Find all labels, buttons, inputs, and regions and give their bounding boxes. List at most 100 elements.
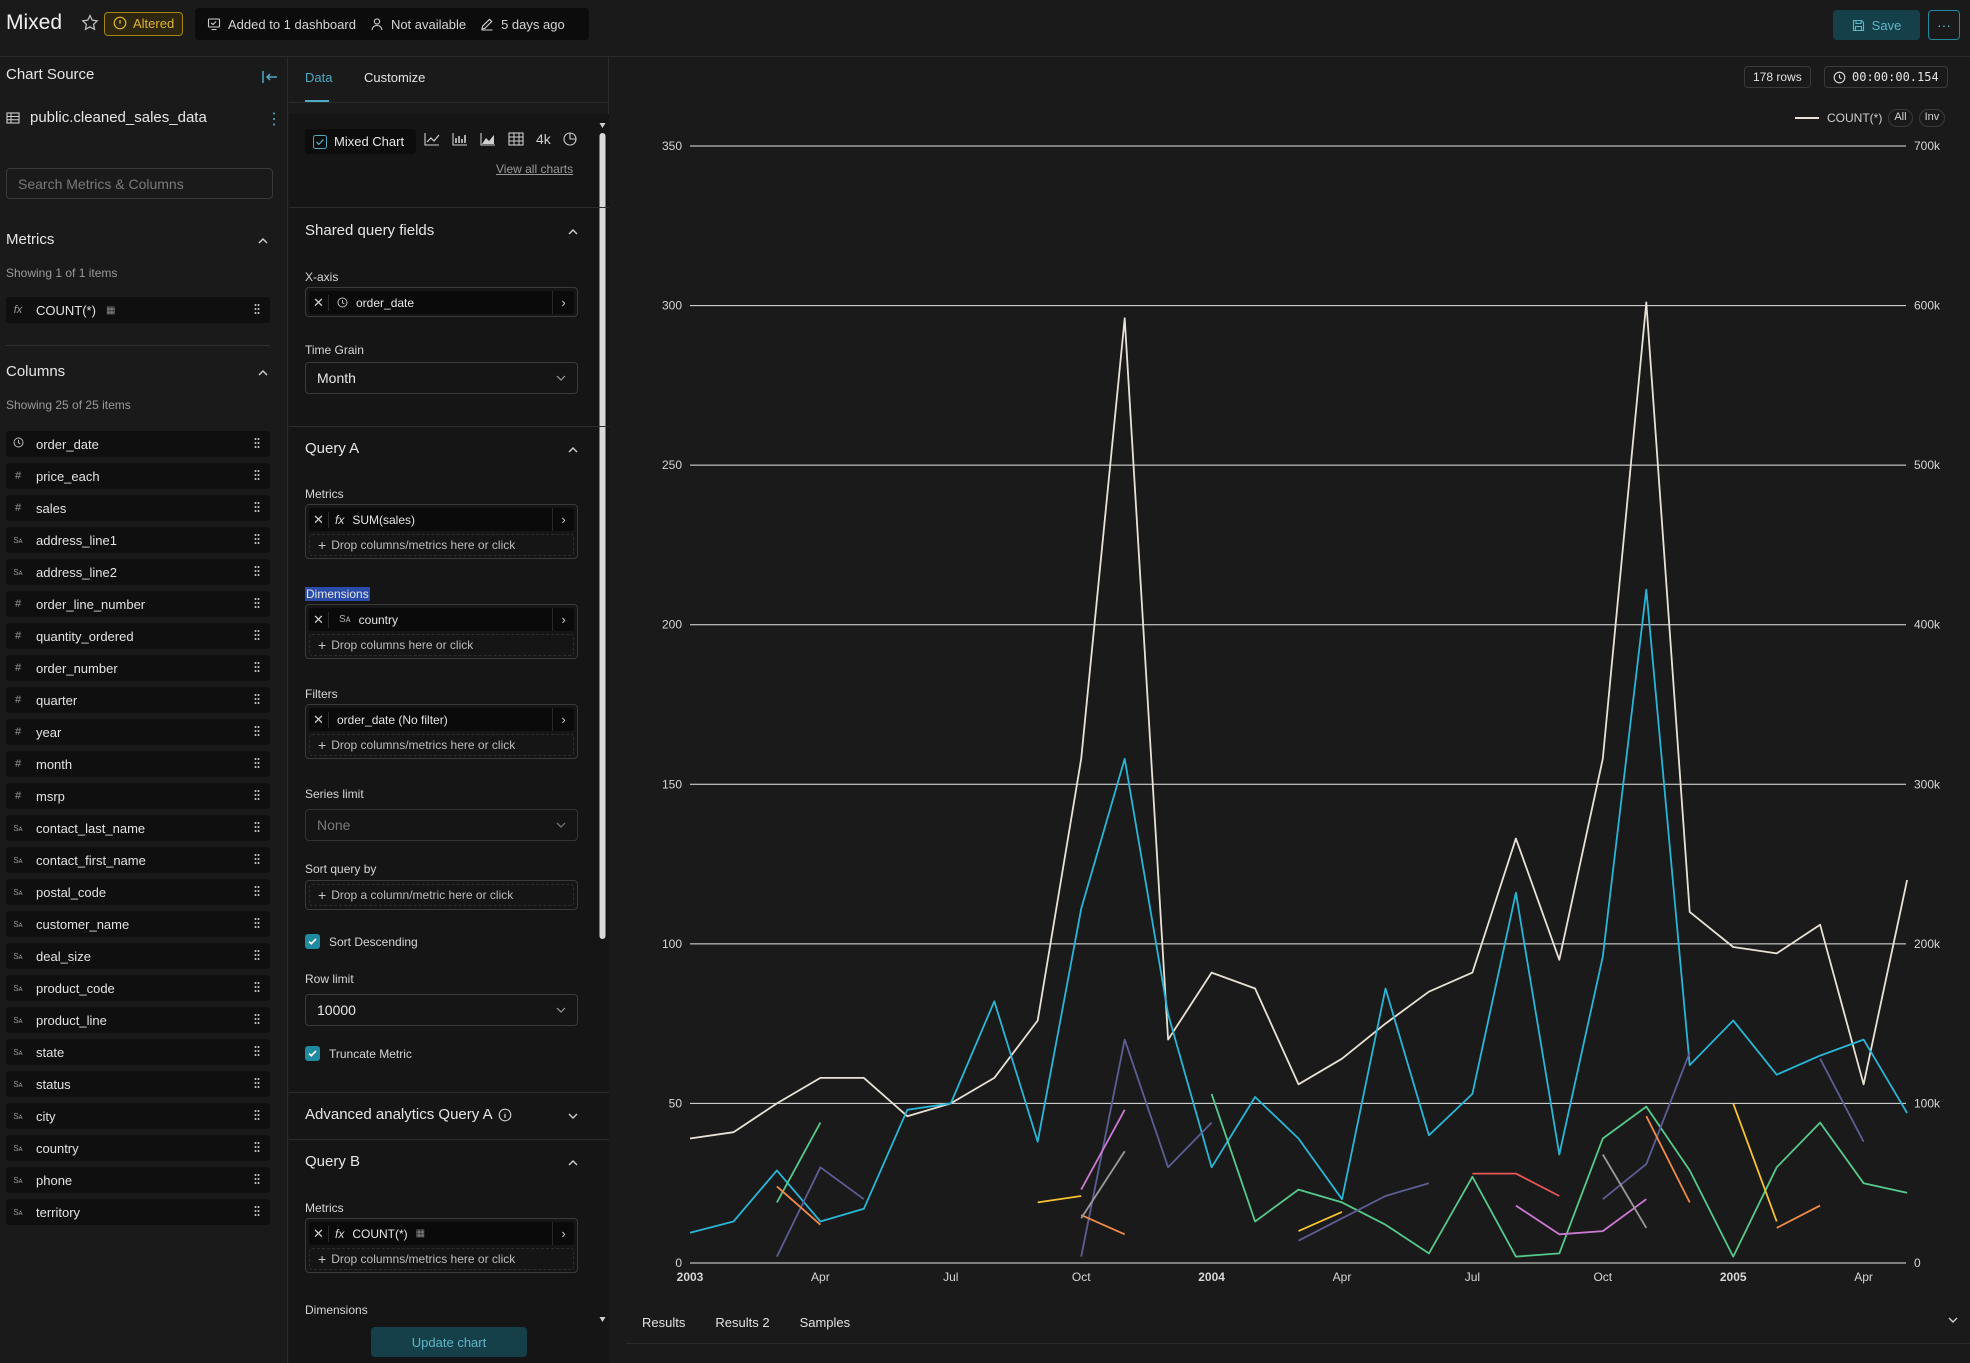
time-grain-select[interactable]: Month [305, 362, 578, 394]
column-item[interactable]: Sᴀ phone [6, 1167, 270, 1193]
column-item[interactable]: order_date [6, 431, 270, 457]
xaxis-pill[interactable]: ✕ order_date › [309, 291, 574, 314]
column-item[interactable]: # sales [6, 495, 270, 521]
bar-chart-icon[interactable] [452, 132, 468, 146]
drag-handle-icon[interactable] [254, 1141, 260, 1153]
query-a-title[interactable]: Query A [305, 440, 359, 457]
legend-inverse-button[interactable]: Inv [1918, 109, 1946, 127]
line-chart-icon[interactable] [424, 132, 440, 146]
legend-item-count[interactable]: COUNT(*) [1827, 111, 1882, 125]
drag-handle-icon[interactable] [254, 1205, 260, 1217]
chevron-up-icon[interactable] [566, 1156, 580, 1170]
update-chart-button[interactable]: Update chart [371, 1327, 527, 1357]
remove-icon[interactable]: ✕ [309, 711, 329, 728]
columns-section-title[interactable]: Columns [6, 363, 65, 380]
drag-handle-icon[interactable] [254, 949, 260, 961]
drag-handle-icon[interactable] [254, 757, 260, 769]
star-icon[interactable] [80, 13, 100, 33]
info-icon[interactable] [498, 1108, 512, 1122]
drag-handle-icon[interactable] [254, 501, 260, 513]
column-item[interactable]: # year [6, 719, 270, 745]
search-input[interactable]: Search Metrics & Columns [6, 168, 273, 199]
metrics-drop-zone[interactable]: + Drop columns/metrics here or click [309, 534, 574, 556]
scrollbar[interactable] [598, 121, 607, 1325]
drag-handle-icon[interactable] [254, 693, 260, 705]
pie-chart-icon[interactable] [563, 132, 577, 146]
dashboards-info[interactable]: Added to 1 dashboard [207, 17, 356, 32]
filters-drop-zone[interactable]: + Drop columns/metrics here or click [309, 734, 574, 756]
column-item[interactable]: Sᴀ country [6, 1135, 270, 1161]
drag-handle-icon[interactable] [254, 885, 260, 897]
column-item[interactable]: Sᴀ deal_size [6, 943, 270, 969]
drag-handle-icon[interactable] [254, 1109, 260, 1121]
drag-handle-icon[interactable] [254, 437, 260, 449]
tab-results[interactable]: Results [642, 1315, 685, 1330]
chevron-right-icon[interactable]: › [552, 508, 574, 531]
drag-handle-icon[interactable] [254, 981, 260, 993]
drag-handle-icon[interactable] [254, 565, 260, 577]
more-options-button[interactable]: ··· [1928, 10, 1960, 40]
remove-icon[interactable]: ✕ [309, 511, 329, 528]
column-item[interactable]: # quantity_ordered [6, 623, 270, 649]
drag-handle-icon[interactable] [254, 661, 260, 673]
table-chart-icon[interactable] [508, 132, 524, 146]
column-item[interactable]: Sᴀ contact_last_name [6, 815, 270, 841]
view-all-charts-link[interactable]: View all charts [496, 162, 573, 176]
chevron-up-icon[interactable] [566, 225, 580, 239]
column-item[interactable]: Sᴀ product_code [6, 975, 270, 1001]
column-item[interactable]: Sᴀ address_line2 [6, 559, 270, 585]
series-limit-select[interactable]: None [305, 809, 578, 841]
chevron-up-icon[interactable] [566, 443, 580, 457]
drag-handle-icon[interactable] [254, 1173, 260, 1185]
remove-icon[interactable]: ✕ [309, 611, 329, 628]
tab-data[interactable]: Data [305, 70, 332, 85]
metric-pill-b[interactable]: ✕ fx COUNT(*) ▦ › [309, 1222, 574, 1245]
chevron-down-icon[interactable] [566, 1109, 580, 1123]
drag-handle-icon[interactable] [254, 1045, 260, 1057]
dataset-menu-icon[interactable]: ⋮ [266, 109, 282, 129]
column-item[interactable]: # quarter [6, 687, 270, 713]
drag-handle-icon[interactable] [254, 629, 260, 641]
chart-title[interactable]: Mixed [6, 11, 62, 35]
dimensions-drop-zone[interactable]: + Drop columns here or click [309, 634, 574, 656]
altered-badge[interactable]: Altered [104, 12, 184, 36]
drag-handle-icon[interactable] [254, 303, 260, 315]
column-item[interactable]: Sᴀ product_line [6, 1007, 270, 1033]
metrics-drop-zone-b[interactable]: + Drop columns/metrics here or click [309, 1248, 574, 1270]
sort-descending-checkbox[interactable]: Sort Descending [305, 934, 418, 949]
column-item[interactable]: Sᴀ customer_name [6, 911, 270, 937]
column-item[interactable]: # order_number [6, 655, 270, 681]
chevron-right-icon[interactable]: › [552, 708, 574, 731]
chart-type-chip[interactable]: Mixed Chart [305, 129, 416, 154]
area-chart-icon[interactable] [480, 132, 496, 146]
column-item[interactable]: # order_line_number [6, 591, 270, 617]
metric-pill[interactable]: ✕ fx SUM(sales) › [309, 508, 574, 531]
remove-icon[interactable]: ✕ [309, 294, 329, 311]
collapse-panel-icon[interactable] [261, 69, 279, 85]
column-item[interactable]: Sᴀ city [6, 1103, 270, 1129]
column-item[interactable]: Sᴀ address_line1 [6, 527, 270, 553]
dimension-pill[interactable]: ✕ Sᴀ country › [309, 608, 574, 631]
chevron-up-icon[interactable] [256, 366, 270, 380]
chevron-up-icon[interactable] [256, 234, 270, 248]
column-item[interactable]: Sᴀ status [6, 1071, 270, 1097]
drag-handle-icon[interactable] [254, 789, 260, 801]
drag-handle-icon[interactable] [254, 725, 260, 737]
chevron-right-icon[interactable]: › [552, 1222, 574, 1245]
metric-item[interactable]: fx COUNT(*) ▦ [6, 297, 270, 323]
shared-fields-title[interactable]: Shared query fields [305, 222, 434, 239]
metrics-section-title[interactable]: Metrics [6, 231, 54, 248]
chevron-down-icon[interactable] [1946, 1313, 1960, 1327]
column-item[interactable]: Sᴀ territory [6, 1199, 270, 1225]
drag-handle-icon[interactable] [254, 1077, 260, 1089]
drag-handle-icon[interactable] [254, 533, 260, 545]
chevron-right-icon[interactable]: › [552, 608, 574, 631]
big-number-icon[interactable]: 4k [536, 131, 551, 147]
column-item[interactable]: Sᴀ state [6, 1039, 270, 1065]
column-item[interactable]: Sᴀ contact_first_name [6, 847, 270, 873]
drag-handle-icon[interactable] [254, 853, 260, 865]
query-b-title[interactable]: Query B [305, 1153, 360, 1170]
advanced-analytics-header[interactable]: Advanced analytics Query A [305, 1106, 512, 1123]
drag-handle-icon[interactable] [254, 1013, 260, 1025]
row-limit-select[interactable]: 10000 [305, 994, 578, 1026]
